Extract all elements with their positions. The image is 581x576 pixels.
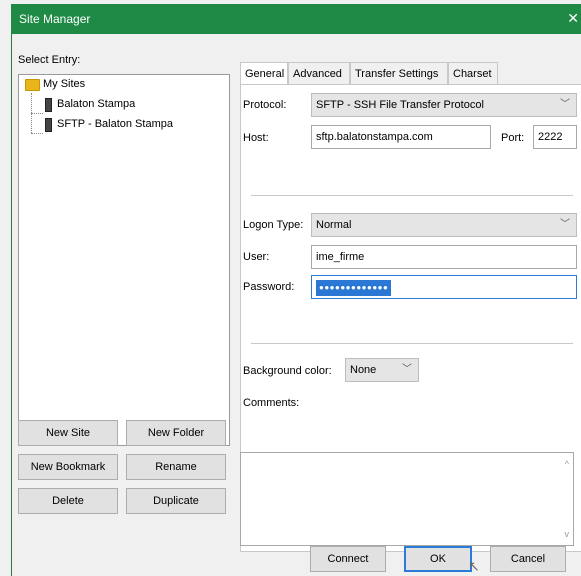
duplicate-button[interactable]: Duplicate [126, 488, 226, 514]
tab-transfer-settings[interactable]: Transfer Settings [350, 62, 448, 84]
delete-button[interactable]: Delete [18, 488, 118, 514]
mouse-cursor-icon: ↖ [468, 558, 480, 574]
protocol-value: SFTP - SSH File Transfer Protocol [316, 99, 484, 111]
folder-icon [25, 79, 40, 91]
protocol-label: Protocol: [243, 99, 287, 111]
title-bar: Site Manager ✕ [11, 4, 581, 34]
connect-button[interactable]: Connect [310, 546, 386, 572]
tree-root-label: My Sites [43, 78, 86, 90]
user-label: User: [243, 251, 270, 263]
tab-charset[interactable]: Charset [448, 62, 498, 84]
tree-item-sftp-balaton-stampa[interactable]: SFTP - Balaton Stampa [45, 115, 205, 133]
divider [251, 343, 573, 344]
password-input[interactable]: ●●●●●●●●●●●●● [311, 275, 577, 299]
logon-type-select[interactable]: Normal ﹀ [311, 213, 577, 237]
tree-item-label: Balaton Stampa [57, 98, 136, 110]
tree-item-balaton-stampa[interactable]: Balaton Stampa [45, 95, 145, 113]
chevron-down-icon: ﹀ [402, 364, 412, 375]
host-label: Host: [243, 132, 269, 144]
comments-label: Comments: [243, 397, 300, 409]
tree-connector [31, 113, 43, 114]
new-bookmark-button[interactable]: New Bookmark [18, 454, 118, 480]
window-title: Site Manager [19, 12, 91, 26]
select-entry-label: Select Entry: [18, 54, 81, 66]
port-input[interactable]: 2222 [533, 125, 577, 149]
scroll-down-icon[interactable]: v [565, 529, 570, 539]
server-icon [45, 98, 52, 112]
logon-type-label: Logon Type: [243, 219, 304, 231]
logon-type-value: Normal [316, 219, 352, 231]
rename-button[interactable]: Rename [126, 454, 226, 480]
password-mask: ●●●●●●●●●●●●● [316, 280, 392, 296]
password-label: Password: [243, 281, 295, 293]
server-icon [45, 118, 52, 132]
cancel-button[interactable]: Cancel [490, 546, 566, 572]
tab-advanced[interactable]: Advanced [288, 62, 350, 84]
protocol-select[interactable]: SFTP - SSH File Transfer Protocol ﹀ [311, 93, 577, 117]
host-input[interactable]: sftp.balatonstampa.com [311, 125, 491, 149]
close-icon[interactable]: ✕ [567, 10, 579, 27]
scroll-up-icon[interactable]: ^ [565, 459, 569, 469]
tree-connector [31, 133, 43, 134]
background-color-value: None [350, 364, 377, 376]
divider [251, 195, 573, 196]
new-site-button[interactable]: New Site [18, 420, 118, 446]
new-folder-button[interactable]: New Folder [126, 420, 226, 446]
user-input[interactable]: ime_firme [311, 245, 577, 269]
chevron-down-icon: ﹀ [560, 99, 570, 110]
tree-item-label: SFTP - Balaton Stampa [57, 118, 173, 130]
background-color-select[interactable]: None ﹀ [345, 358, 419, 382]
chevron-down-icon: ﹀ [560, 219, 570, 230]
tree-root-my-sites[interactable]: My Sites [19, 75, 227, 93]
ok-button[interactable]: OK [404, 546, 472, 572]
port-label: Port: [501, 132, 525, 144]
comments-textarea[interactable]: ^ v [240, 452, 574, 546]
site-manager-window: Select Entry: My Sites Balaton Stampa SF… [11, 34, 581, 576]
site-tree[interactable]: My Sites Balaton Stampa SFTP - Balaton S… [18, 74, 230, 446]
tab-general[interactable]: General [240, 62, 288, 86]
background-color-label: Background color: [243, 365, 332, 377]
